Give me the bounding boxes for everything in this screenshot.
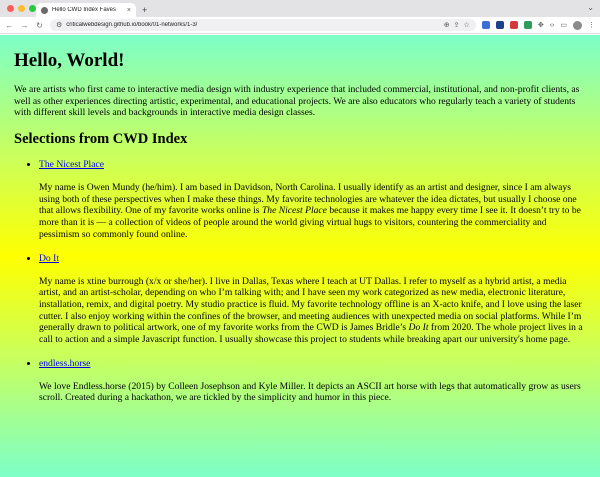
description-text: We love Endless.horse (2015) by Colleen …: [39, 380, 581, 404]
link-the-nicest-place[interactable]: The Nicest Place: [39, 159, 104, 170]
list-item: The Nicest Place My name is Owen Mundy (…: [39, 159, 586, 241]
devtools-icon[interactable]: ‹›: [550, 22, 555, 29]
sidebar-icon[interactable]: ▭: [560, 21, 567, 29]
extension-icon-4[interactable]: [523, 21, 532, 29]
extension-icon-1[interactable]: [481, 21, 490, 29]
extensions-puzzle-icon[interactable]: ✥: [538, 21, 544, 29]
page-title: Hello, World!: [14, 50, 125, 71]
work-title: Do It: [408, 322, 429, 334]
item-description: My name is Owen Mundy (he/him). I am bas…: [39, 182, 586, 241]
extension-icon-3[interactable]: [509, 21, 518, 29]
site-info-icon[interactable]: ⚙: [56, 21, 62, 29]
list-item: endless.horse We love Endless.horse (201…: [39, 358, 586, 404]
selections-list: The Nicest Place My name is Owen Mundy (…: [14, 159, 586, 404]
page-viewport: Hello, World! We are artists who first c…: [0, 35, 600, 477]
tab-close-icon[interactable]: ×: [127, 7, 131, 14]
browser-window: Hello CWD Index Faves × + ⌄ ← → ↻ ⚙ crit…: [0, 0, 600, 477]
item-description: My name is xtine burrough (x/x or she/he…: [39, 276, 586, 346]
link-endless-horse[interactable]: endless.horse: [39, 358, 90, 369]
close-window-button[interactable]: [7, 5, 14, 12]
forward-icon[interactable]: →: [20, 21, 29, 30]
toolbar: ← → ↻ ⚙ criticalwebdesign.github.io/book…: [0, 17, 600, 34]
menu-kebab-icon[interactable]: ⋮: [588, 21, 595, 29]
window-controls: [7, 5, 36, 12]
address-bar[interactable]: ⚙ criticalwebdesign.github.io/book/01-ne…: [50, 19, 476, 31]
tab-title: Hello CWD Index Faves: [52, 7, 117, 13]
intro-paragraph: We are artists who first came to interac…: [14, 83, 580, 119]
tab-strip: Hello CWD Index Faves × + ⌄: [0, 0, 600, 17]
work-title: The Nicest Place: [261, 205, 327, 217]
list-item: Do It My name is xtine burrough (x/x or …: [39, 253, 586, 346]
back-icon[interactable]: ←: [5, 21, 14, 30]
section-heading: Selections from CWD Index: [14, 131, 188, 147]
tab-search-icon[interactable]: ⌄: [587, 3, 594, 12]
favicon-icon: [41, 6, 48, 14]
zoom-icon[interactable]: ⊕: [444, 21, 450, 29]
bookmark-star-icon[interactable]: ☆: [464, 21, 470, 29]
new-tab-button[interactable]: +: [142, 5, 147, 15]
item-description: We love Endless.horse (2015) by Colleen …: [39, 381, 586, 404]
tab-active[interactable]: Hello CWD Index Faves ×: [36, 3, 136, 17]
share-icon[interactable]: ⇪: [454, 21, 460, 29]
extension-icon-2[interactable]: [495, 21, 504, 29]
url-text[interactable]: criticalwebdesign.github.io/book/01-netw…: [66, 22, 440, 28]
link-do-it[interactable]: Do It: [39, 253, 59, 264]
profile-avatar[interactable]: [573, 20, 582, 30]
reload-icon[interactable]: ↻: [35, 21, 44, 30]
maximize-window-button[interactable]: [29, 5, 36, 12]
minimize-window-button[interactable]: [18, 5, 25, 12]
